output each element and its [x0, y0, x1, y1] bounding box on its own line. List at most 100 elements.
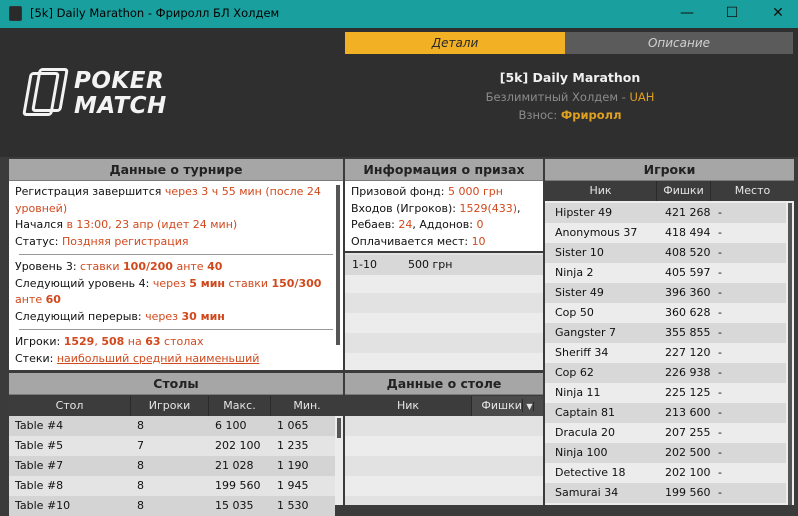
col-place[interactable]: Место	[711, 181, 794, 201]
players-remaining: 508	[101, 335, 125, 348]
scrollbar[interactable]	[336, 185, 340, 345]
status-value: Поздняя регистрация	[62, 234, 189, 248]
table-row[interactable]: Captain 81 213 600-	[545, 403, 786, 423]
player-chips: 418 494	[665, 226, 711, 239]
next-in: через	[152, 276, 190, 290]
table-row[interactable]: Table #4 8 6 100 1 065	[9, 416, 335, 436]
table-row[interactable]: Detective 18 202 100-	[545, 463, 786, 483]
player-nick: Ninja 100	[555, 446, 608, 459]
table-row[interactable]: Sheriff 34 227 120-	[545, 343, 786, 363]
tab-description[interactable]: Описание	[565, 32, 793, 54]
scrollbar[interactable]	[788, 203, 792, 505]
player-place: -	[718, 306, 722, 319]
col-players[interactable]: Игроки	[131, 396, 209, 416]
player-chips: 355 855	[665, 326, 711, 339]
currency: UAH	[629, 90, 655, 104]
window-title: [5k] Daily Marathon - Фриролл БЛ Холдем	[30, 6, 280, 20]
player-place: -	[718, 426, 722, 439]
maximize-button[interactable]: ☐	[709, 0, 755, 28]
col-chips[interactable]: Фишки	[657, 181, 711, 201]
game-type: Безлимитный Холдем -	[485, 90, 630, 104]
player-nick: Samurai 34	[555, 486, 619, 499]
tournament-info-header: Данные о турнире	[9, 159, 343, 181]
player-nick: Captain 81	[555, 406, 615, 419]
table-row[interactable]: Cop 62 226 938-	[545, 363, 786, 383]
col-table[interactable]: Стол	[9, 396, 131, 416]
stacks-label: Стеки:	[15, 351, 57, 365]
table-row[interactable]: Ninja 2 405 597-	[545, 263, 786, 283]
table-row[interactable]: Table #5 7 202 100 1 235	[9, 436, 335, 456]
addons-label: , Аддонов:	[412, 218, 477, 231]
divider	[19, 329, 333, 330]
table-row[interactable]: Sister 10 408 520-	[545, 243, 786, 263]
player-place: -	[718, 286, 722, 299]
player-place: -	[718, 246, 722, 259]
status-label: Статус:	[15, 234, 62, 248]
fee-value: Фриролл	[560, 108, 622, 122]
next-ante: 60	[45, 293, 61, 306]
col-chips-dropdown[interactable]: Фишки ▼	[472, 396, 543, 416]
prize-info-text: Призовой фонд: 5 000 грн Входов (Игроков…	[351, 185, 521, 248]
table-row[interactable]: Samurai 34 199 560-	[545, 483, 786, 503]
table-row[interactable]: Hipster 49 421 268-	[545, 203, 786, 223]
close-button[interactable]: ✕	[755, 0, 798, 28]
logo-word-1: POKER	[74, 68, 165, 94]
table-row[interactable]: Ninja 11 225 125-	[545, 383, 786, 403]
level-ante: 40	[207, 260, 223, 273]
title-bar: [5k] Daily Marathon - Фриролл БЛ Холдем …	[0, 0, 798, 28]
tab-details[interactable]: Детали	[345, 32, 565, 54]
tables-cell-max: 202 100	[215, 439, 261, 452]
tables-cell-max: 21 028	[215, 459, 254, 472]
player-nick: Gangster 7	[555, 326, 617, 339]
player-chips: 360 628	[665, 306, 711, 319]
entries-label: Входов (Игроков):	[351, 201, 460, 215]
scrollbar[interactable]	[337, 418, 341, 438]
col-max[interactable]: Макс.	[209, 396, 271, 416]
stacks-value[interactable]: наибольший средний наименьший	[57, 352, 260, 365]
table-row[interactable]: Table #8 8 199 560 1 945	[9, 476, 335, 496]
minimize-button[interactable]: —	[664, 0, 710, 28]
table-row[interactable]: Table #10 8 15 035 1 530	[9, 496, 335, 516]
table-row[interactable]: Ninja 100 202 500-	[545, 443, 786, 463]
player-nick: Sister 49	[555, 286, 604, 299]
players-header: Игроки	[545, 159, 794, 181]
next-ante-word: анте	[15, 293, 46, 306]
tables-cell-table: Table #10	[15, 499, 71, 512]
col-min[interactable]: Мин.	[271, 396, 343, 416]
player-place: -	[718, 386, 722, 399]
table-row[interactable]: Sister 49 396 360-	[545, 283, 786, 303]
col-nick[interactable]: Ник	[345, 396, 472, 416]
break-time: 30 мин	[181, 309, 225, 323]
table-row[interactable]: Gangster 7 355 855-	[545, 323, 786, 343]
player-place: -	[718, 346, 722, 359]
tables-cell-players: 8	[137, 419, 144, 432]
player-nick: Ninja 11	[555, 386, 601, 399]
player-nick: Anonymous 37	[555, 226, 638, 239]
tables-cell-min: 1 235	[277, 439, 309, 452]
tables-word: столах	[160, 335, 204, 348]
card-icon	[31, 68, 69, 112]
fee-label: Взнос:	[518, 108, 561, 122]
table-row[interactable]: Dracula 20 207 255-	[545, 423, 786, 443]
app-icon	[9, 6, 22, 21]
next-stakes-word: ставки	[225, 276, 272, 290]
player-chips: 213 600	[665, 406, 711, 419]
prize-table: 1-10 500 грн	[345, 253, 543, 370]
table-row[interactable]: Anonymous 37 418 494-	[545, 223, 786, 243]
table-row[interactable]: Cop 50 360 628-	[545, 303, 786, 323]
player-place: -	[718, 446, 722, 459]
started-label: Начался	[15, 218, 67, 231]
players-count: 1529	[63, 335, 95, 348]
player-chips: 226 938	[665, 366, 711, 379]
player-place: -	[718, 206, 722, 219]
paid-label: Оплачивается мест:	[351, 234, 472, 248]
table-row[interactable]: 1-10 500 грн	[345, 255, 543, 275]
player-chips: 421 268	[665, 206, 711, 219]
tables-cell-players: 8	[137, 499, 144, 512]
next-stakes: 150/300	[271, 276, 322, 290]
level-ante-word: анте	[172, 260, 208, 273]
col-nick[interactable]: Ник	[545, 181, 657, 201]
players-on: на	[124, 335, 146, 348]
table-row[interactable]: Table #7 8 21 028 1 190	[9, 456, 335, 476]
player-chips: 202 500	[665, 446, 711, 459]
